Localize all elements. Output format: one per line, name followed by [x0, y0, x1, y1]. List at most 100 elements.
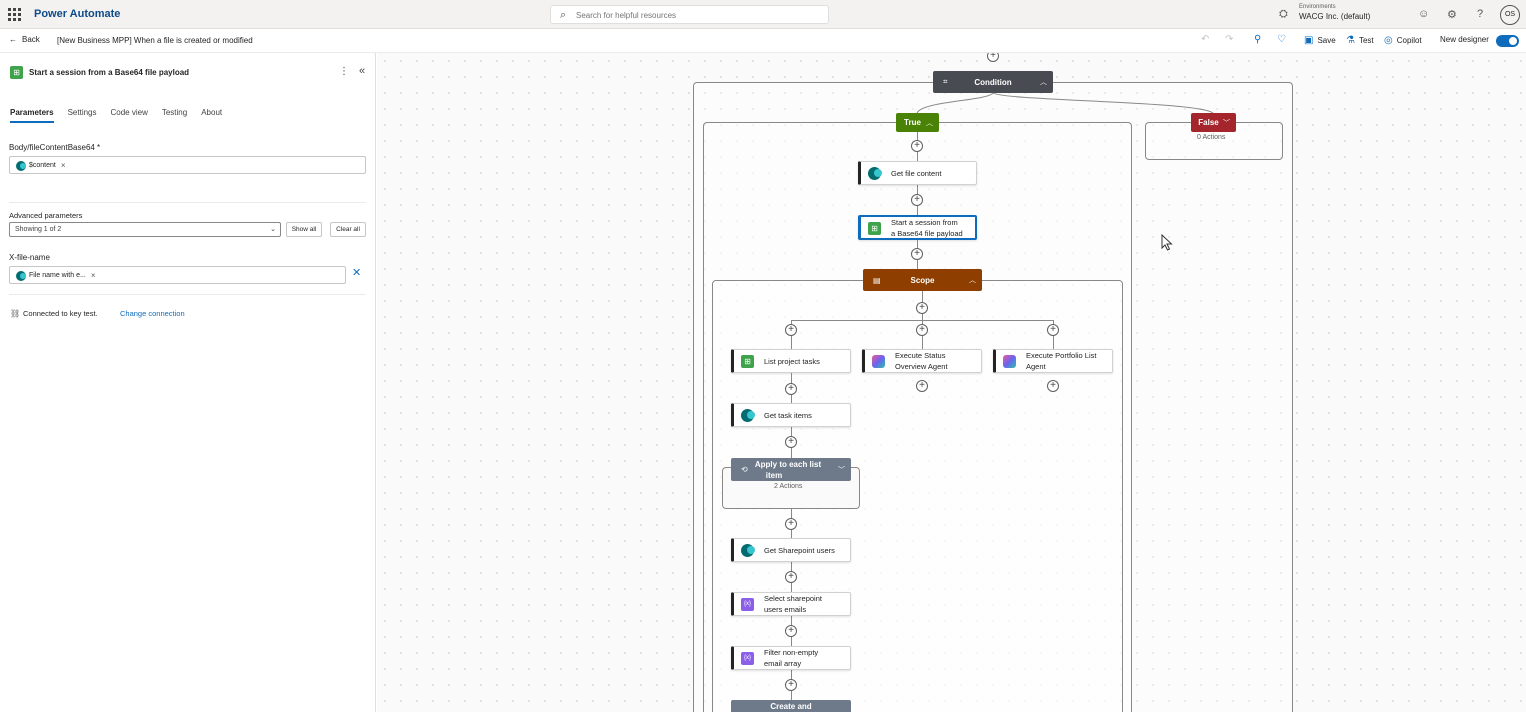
back-label: Back — [22, 35, 40, 44]
test-label: Test — [1358, 36, 1374, 45]
apply-to-each-header[interactable]: ⟲ Apply to each list item ﹀ — [731, 458, 851, 481]
new-designer-label: New designer — [1440, 35, 1489, 44]
execute-portfolio-list-agent-action[interactable]: Execute Portfolio List Agent — [993, 349, 1113, 373]
list-project-tasks-action[interactable]: ⊞ List project tasks — [731, 349, 851, 373]
test-button[interactable]: ⚗ Test — [1346, 35, 1374, 46]
true-branch-header[interactable]: True ︿ — [896, 113, 939, 132]
collapse-panel-icon[interactable]: « — [359, 65, 365, 77]
panel-title[interactable]: Start a session from a Base64 file paylo… — [29, 68, 189, 77]
chevron-up-icon[interactable]: ︿ — [926, 118, 933, 128]
get-sharepoint-users-action[interactable]: Get Sharepoint users — [731, 538, 851, 562]
sharepoint-icon — [868, 167, 882, 180]
false-actions-count: 0 Actions — [1197, 134, 1226, 141]
action-label: Start a session from a Base64 file paylo… — [891, 217, 963, 239]
undo-icon[interactable]: ↶ — [1201, 34, 1209, 45]
environment-name[interactable]: WACG Inc. (default) — [1299, 12, 1370, 21]
false-label: False — [1198, 118, 1219, 127]
action-label: Get file content — [891, 168, 942, 178]
action-label: Select sharepoint users emails — [764, 593, 822, 615]
advanced-parameters-select[interactable]: Showing 1 of 2 ⌄ — [9, 222, 281, 237]
tab-testing[interactable]: Testing — [162, 108, 187, 123]
add-action-button[interactable]: + — [916, 302, 928, 314]
add-action-button[interactable]: + — [1047, 324, 1059, 336]
new-designer-toggle[interactable] — [1496, 35, 1519, 47]
add-action-button[interactable]: + — [916, 380, 928, 392]
data-operation-icon: {x} — [741, 652, 754, 665]
app-name[interactable]: Power Automate — [34, 8, 120, 20]
divider — [9, 202, 366, 203]
health-icon[interactable]: ♡ — [1277, 34, 1286, 45]
action-label-line2: a Base64 file payload — [891, 229, 963, 238]
settings-icon[interactable]: ⚙ — [1447, 8, 1457, 21]
create-and-header[interactable]: Create and — [731, 700, 851, 712]
add-action-button[interactable]: + — [911, 194, 923, 206]
x-file-name-field[interactable]: File name with e... × — [9, 266, 346, 284]
search-input[interactable] — [576, 8, 816, 22]
apply-to-each-actions-count: 2 Actions — [774, 483, 803, 490]
remove-token-icon[interactable]: × — [61, 161, 66, 170]
search-box[interactable]: ⌕ — [550, 5, 829, 24]
designer-canvas[interactable]: + ⌗ Condition ︿ True ︿ False ﹀ 0 Actions… — [377, 53, 1526, 712]
action-label: Get task items — [764, 410, 812, 420]
save-button[interactable]: ▣ Save — [1304, 35, 1336, 46]
remove-token-icon[interactable]: × — [91, 271, 96, 280]
get-file-content-action[interactable]: Get file content — [858, 161, 977, 185]
sharepoint-icon — [741, 409, 755, 422]
tab-about[interactable]: About — [201, 108, 222, 123]
add-action-button[interactable]: + — [785, 436, 797, 448]
add-action-button[interactable]: + — [916, 324, 928, 336]
environment-icon[interactable]: ⛭ — [1279, 8, 1288, 21]
add-action-button[interactable]: + — [911, 140, 923, 152]
help-icon[interactable]: ? — [1477, 8, 1483, 20]
add-action-button[interactable]: + — [1047, 380, 1059, 392]
tab-code-view[interactable]: Code view — [111, 108, 148, 123]
body-field[interactable]: $content × — [9, 156, 366, 174]
apply-to-each-label-line2: item — [765, 470, 783, 480]
add-action-button[interactable]: + — [785, 324, 797, 336]
connection-status: Connected to key test. — [23, 309, 98, 318]
feedback-icon[interactable]: ☺ — [1418, 8, 1429, 20]
add-action-button[interactable]: + — [785, 571, 797, 583]
clear-field-icon[interactable]: ✕ — [352, 266, 361, 279]
copilot-icon: ◎ — [1384, 35, 1393, 46]
environment-label: Environments — [1299, 4, 1336, 10]
flow-checker-icon[interactable]: ⚲ — [1254, 34, 1261, 45]
clear-all-button[interactable]: Clear all — [330, 222, 366, 237]
add-action-button[interactable]: + — [785, 383, 797, 395]
copilot-button[interactable]: ◎ Copilot — [1384, 35, 1422, 46]
avatar[interactable]: OS — [1500, 5, 1520, 25]
tab-parameters[interactable]: Parameters — [10, 108, 54, 123]
execute-status-overview-agent-action[interactable]: Execute Status Overview Agent — [862, 349, 982, 373]
change-connection-link[interactable]: Change connection — [120, 309, 185, 318]
connection-icon: ⛓ — [10, 309, 21, 318]
back-button[interactable]: ← Back — [9, 35, 40, 44]
chevron-up-icon[interactable]: ︿ — [969, 275, 976, 285]
action-label: Filter non-empty email array — [764, 647, 818, 669]
get-task-items-action[interactable]: Get task items — [731, 403, 851, 427]
redo-icon[interactable]: ↷ — [1225, 34, 1233, 45]
start-session-action[interactable]: ⊞ Start a session from a Base64 file pay… — [858, 215, 977, 240]
filter-non-empty-email-array-action[interactable]: {x} Filter non-empty email array — [731, 646, 851, 670]
file-name-token[interactable]: File name with e... × — [16, 270, 95, 281]
advanced-parameters-label: Advanced parameters — [9, 211, 83, 220]
add-action-button[interactable]: + — [785, 679, 797, 691]
command-bar: ← Back [New Business MPP] When a file is… — [0, 29, 1526, 53]
sharepoint-icon — [16, 270, 26, 281]
advanced-parameters-value: Showing 1 of 2 — [15, 226, 62, 233]
select-sharepoint-users-emails-action[interactable]: {x} Select sharepoint users emails — [731, 592, 851, 616]
more-options-icon[interactable]: ⋮ — [339, 66, 349, 77]
content-token[interactable]: $content × — [16, 160, 66, 171]
add-action-button[interactable]: + — [785, 518, 797, 530]
chevron-down-icon[interactable]: ﹀ — [1223, 118, 1230, 128]
copilot-agent-icon — [872, 355, 885, 368]
scope-header[interactable]: ▤ Scope ︿ — [863, 269, 982, 291]
chevron-down-icon[interactable]: ﹀ — [838, 465, 845, 475]
save-label: Save — [1317, 36, 1336, 45]
add-action-button[interactable]: + — [911, 248, 923, 260]
add-action-button[interactable]: + — [785, 625, 797, 637]
show-all-button[interactable]: Show all — [286, 222, 322, 237]
app-launcher-icon[interactable] — [8, 8, 21, 21]
false-branch-header[interactable]: False ﹀ — [1191, 113, 1236, 132]
tab-settings[interactable]: Settings — [68, 108, 97, 123]
loop-icon: ⟲ — [741, 465, 748, 474]
